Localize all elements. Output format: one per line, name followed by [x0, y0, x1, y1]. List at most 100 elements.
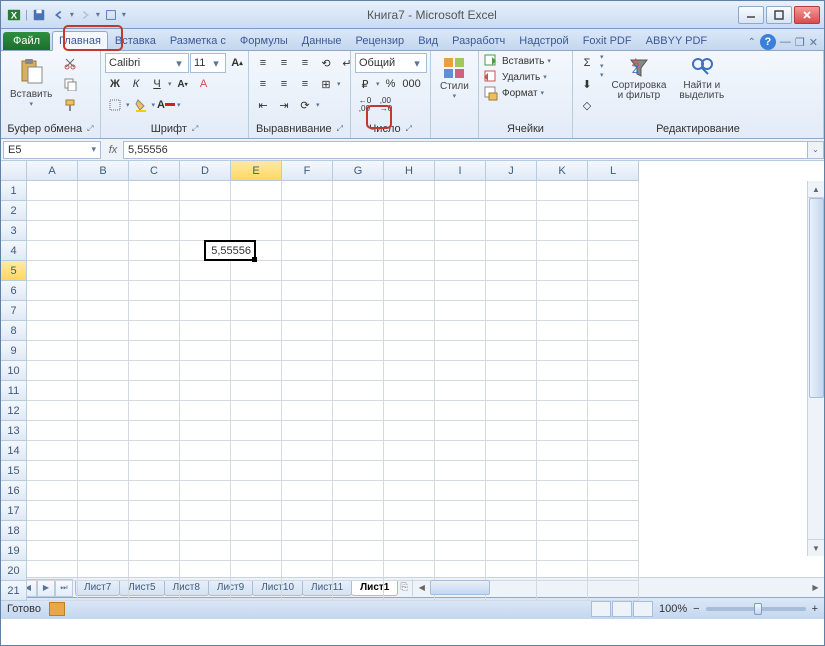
cell[interactable]: [537, 201, 588, 221]
cell[interactable]: [435, 301, 486, 321]
cell[interactable]: [231, 401, 282, 421]
cell[interactable]: [27, 221, 78, 241]
doc-close-icon[interactable]: ✕: [809, 36, 818, 49]
zoom-slider[interactable]: [706, 607, 806, 611]
cell[interactable]: [129, 481, 180, 501]
row-header-4[interactable]: 4: [1, 241, 27, 261]
cell[interactable]: [384, 461, 435, 481]
cell[interactable]: [78, 581, 129, 601]
cell[interactable]: [231, 321, 282, 341]
underline-button[interactable]: Ч: [147, 74, 167, 94]
cell[interactable]: [486, 301, 537, 321]
cell[interactable]: [333, 541, 384, 561]
cell[interactable]: [537, 361, 588, 381]
cell[interactable]: [78, 261, 129, 281]
cell[interactable]: [384, 341, 435, 361]
format-cells-button[interactable]: Формат: [502, 88, 538, 99]
cell[interactable]: [486, 381, 537, 401]
cell[interactable]: [282, 481, 333, 501]
cell[interactable]: [129, 461, 180, 481]
tab-данные[interactable]: Данные: [295, 31, 349, 50]
qat-more-icon[interactable]: [102, 6, 120, 24]
cell[interactable]: [282, 401, 333, 421]
cell[interactable]: [129, 401, 180, 421]
cell[interactable]: [537, 521, 588, 541]
cell[interactable]: [180, 361, 231, 381]
cell[interactable]: [435, 441, 486, 461]
row-header-3[interactable]: 3: [1, 221, 27, 241]
cell[interactable]: [588, 361, 639, 381]
cell[interactable]: [588, 521, 639, 541]
cell[interactable]: [282, 181, 333, 201]
font-color-icon[interactable]: A: [156, 95, 176, 115]
tab-главная[interactable]: Главная: [52, 31, 108, 51]
orientation-icon[interactable]: ⟲: [316, 53, 336, 73]
cell[interactable]: [180, 401, 231, 421]
cell[interactable]: [180, 281, 231, 301]
normal-view-icon[interactable]: [591, 601, 611, 617]
cell[interactable]: [333, 341, 384, 361]
cell[interactable]: [588, 281, 639, 301]
col-header-I[interactable]: I: [435, 161, 486, 181]
cell[interactable]: [588, 321, 639, 341]
tab-разметка с[interactable]: Разметка с: [163, 31, 233, 50]
cell[interactable]: [486, 281, 537, 301]
name-box[interactable]: E5▾: [3, 141, 101, 159]
cell[interactable]: [78, 421, 129, 441]
select-all-corner[interactable]: [1, 161, 27, 181]
cell[interactable]: [78, 201, 129, 221]
row-header-16[interactable]: 16: [1, 481, 27, 501]
col-header-L[interactable]: L: [588, 161, 639, 181]
cell[interactable]: [282, 561, 333, 581]
cell[interactable]: [27, 341, 78, 361]
number-launcher-icon[interactable]: ⤢: [406, 124, 412, 134]
cell[interactable]: [78, 541, 129, 561]
cell[interactable]: [129, 381, 180, 401]
row-header-11[interactable]: 11: [1, 381, 27, 401]
align-center-icon[interactable]: ≡: [274, 74, 294, 94]
cell[interactable]: [78, 221, 129, 241]
zoom-out-icon[interactable]: −: [693, 603, 699, 615]
cell[interactable]: [486, 461, 537, 481]
cell[interactable]: [384, 361, 435, 381]
cell[interactable]: [282, 381, 333, 401]
cell[interactable]: [282, 521, 333, 541]
cell[interactable]: [231, 261, 282, 281]
cell[interactable]: [588, 201, 639, 221]
cell[interactable]: [333, 481, 384, 501]
cell[interactable]: [588, 341, 639, 361]
cell[interactable]: [180, 321, 231, 341]
cell[interactable]: [588, 561, 639, 581]
cell[interactable]: [333, 441, 384, 461]
cell[interactable]: [180, 381, 231, 401]
cell[interactable]: [282, 361, 333, 381]
paste-button[interactable]: Вставить ▾: [5, 53, 57, 111]
cell[interactable]: [384, 201, 435, 221]
cell[interactable]: [537, 341, 588, 361]
clipboard-launcher-icon[interactable]: ⤢: [87, 124, 93, 134]
align-top-icon[interactable]: ≡: [253, 53, 273, 73]
cell[interactable]: [231, 521, 282, 541]
increase-decimal-icon[interactable]: ←0,00: [355, 95, 375, 115]
cell[interactable]: [435, 321, 486, 341]
cell[interactable]: [537, 381, 588, 401]
cell[interactable]: [129, 361, 180, 381]
row-header-2[interactable]: 2: [1, 201, 27, 221]
cell[interactable]: [588, 461, 639, 481]
cell[interactable]: [231, 281, 282, 301]
cell[interactable]: [588, 421, 639, 441]
cell[interactable]: [537, 181, 588, 201]
cell[interactable]: [78, 441, 129, 461]
autosum-icon[interactable]: Σ: [577, 53, 597, 73]
cell[interactable]: [537, 481, 588, 501]
row-header-15[interactable]: 15: [1, 461, 27, 481]
cell[interactable]: [333, 321, 384, 341]
cell[interactable]: [333, 461, 384, 481]
align-bottom-icon[interactable]: ≡: [295, 53, 315, 73]
cell[interactable]: [384, 441, 435, 461]
cell[interactable]: [129, 241, 180, 261]
cell[interactable]: [333, 501, 384, 521]
cell[interactable]: [486, 221, 537, 241]
border-icon[interactable]: [105, 95, 125, 115]
merge-icon[interactable]: ⊞: [316, 74, 336, 94]
